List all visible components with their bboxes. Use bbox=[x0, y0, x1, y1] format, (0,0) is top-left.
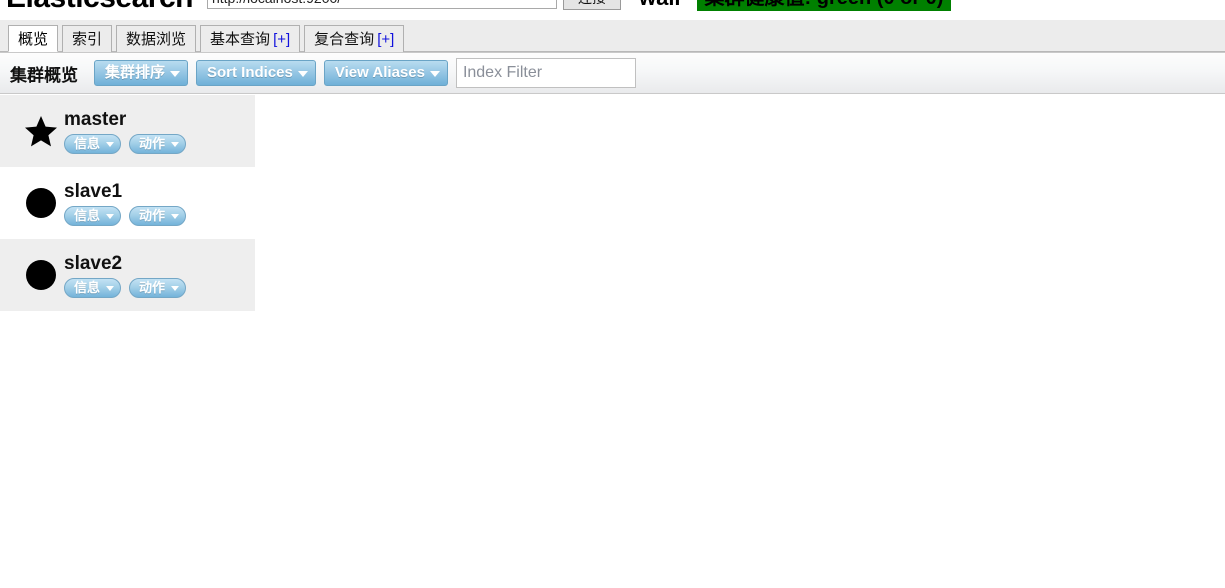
wall-label: wall bbox=[639, 0, 681, 11]
node-action-button[interactable]: 动作 bbox=[129, 277, 187, 298]
node-action-label: 动作 bbox=[139, 207, 166, 223]
node-info-button[interactable]: 信息 bbox=[64, 133, 122, 154]
node-info-label: 信息 bbox=[74, 135, 101, 151]
circle-icon bbox=[26, 260, 56, 290]
view-aliases-label: View Aliases bbox=[334, 64, 425, 81]
node-body: slave1 信息 动作 bbox=[64, 181, 194, 226]
tab-composite-query[interactable]: 复合查询 [+] bbox=[304, 25, 405, 52]
sort-indices-button[interactable]: Sort Indices bbox=[196, 60, 316, 86]
chevron-down-icon bbox=[170, 71, 181, 77]
chevron-down-icon bbox=[171, 141, 180, 147]
node-name: slave1 bbox=[64, 180, 123, 202]
cluster-health-badge: 集群健康值: green (0 or 0) bbox=[696, 0, 952, 11]
chevron-down-icon bbox=[171, 213, 180, 219]
node-action-button[interactable]: 动作 bbox=[129, 205, 187, 226]
cluster-url-input[interactable] bbox=[206, 0, 557, 9]
chevron-down-icon bbox=[106, 285, 115, 291]
view-aliases-button[interactable]: View Aliases bbox=[323, 60, 448, 86]
node-icon-wrap bbox=[18, 115, 64, 148]
connect-button[interactable]: 连接 bbox=[562, 0, 621, 10]
tab-overview[interactable]: 概览 bbox=[8, 25, 59, 52]
node-action-group: 信息 动作 bbox=[64, 205, 194, 226]
table-row[interactable]: slave1 信息 动作 bbox=[0, 167, 255, 239]
node-name: slave2 bbox=[64, 252, 123, 274]
table-row[interactable]: slave2 信息 动作 bbox=[0, 239, 255, 311]
chevron-down-icon bbox=[429, 71, 440, 77]
tab-basic-query[interactable]: 基本查询 [+] bbox=[200, 25, 301, 52]
tab-data-browse-label: 数据浏览 bbox=[126, 31, 187, 48]
tab-composite-query-label: 复合查询 bbox=[314, 31, 375, 48]
node-action-button[interactable]: 动作 bbox=[129, 133, 187, 154]
node-name: master bbox=[64, 108, 127, 130]
circle-icon bbox=[26, 188, 56, 218]
chevron-down-icon bbox=[106, 141, 115, 147]
cluster-sort-button[interactable]: 集群排序 bbox=[94, 60, 189, 86]
node-action-group: 信息 动作 bbox=[64, 133, 194, 154]
index-filter-input[interactable] bbox=[455, 58, 636, 88]
table-row[interactable]: master 信息 动作 bbox=[0, 95, 255, 167]
node-info-label: 信息 bbox=[74, 207, 101, 223]
tab-overview-label: 概览 bbox=[18, 31, 49, 48]
tab-basic-query-label: 基本查询 bbox=[210, 31, 271, 48]
elasticsearch-head-app: Elasticsearch 连接 wall 集群健康值: green (0 or… bbox=[0, 0, 1225, 588]
tab-composite-query-plus: [+] bbox=[377, 31, 395, 48]
node-info-button[interactable]: 信息 bbox=[64, 205, 122, 226]
tab-indices[interactable]: 索引 bbox=[62, 25, 113, 52]
chevron-down-icon bbox=[106, 213, 115, 219]
cluster-overview-title: 集群概览 bbox=[10, 65, 78, 85]
node-action-label: 动作 bbox=[139, 135, 166, 151]
node-icon-wrap bbox=[18, 260, 64, 290]
node-info-label: 信息 bbox=[74, 279, 101, 295]
tab-indices-label: 索引 bbox=[72, 31, 103, 48]
node-icon-wrap bbox=[18, 188, 64, 218]
app-header: Elasticsearch 连接 wall 集群健康值: green (0 or… bbox=[0, 0, 1225, 20]
node-body: slave2 信息 动作 bbox=[64, 253, 194, 298]
node-action-group: 信息 动作 bbox=[64, 277, 194, 298]
sort-indices-label: Sort Indices bbox=[207, 64, 293, 81]
cluster-toolbar: 集群概览 集群排序 Sort Indices View Aliases bbox=[0, 52, 1225, 94]
chevron-down-icon bbox=[297, 71, 308, 77]
chevron-down-icon bbox=[171, 285, 180, 291]
node-action-label: 动作 bbox=[139, 279, 166, 295]
node-body: master 信息 动作 bbox=[64, 109, 194, 154]
tab-basic-query-plus: [+] bbox=[273, 31, 291, 48]
tab-data-browse[interactable]: 数据浏览 bbox=[116, 25, 197, 52]
cluster-sort-label: 集群排序 bbox=[105, 64, 166, 81]
cluster-node-list: master 信息 动作 slave1 信息 动作 slave2 信息 动作 bbox=[0, 95, 255, 311]
main-tabbar: 概览 索引 数据浏览 基本查询 [+] 复合查询 [+] bbox=[0, 20, 1225, 52]
star-icon bbox=[24, 115, 58, 148]
node-info-button[interactable]: 信息 bbox=[64, 277, 122, 298]
app-title: Elasticsearch bbox=[6, 0, 193, 20]
